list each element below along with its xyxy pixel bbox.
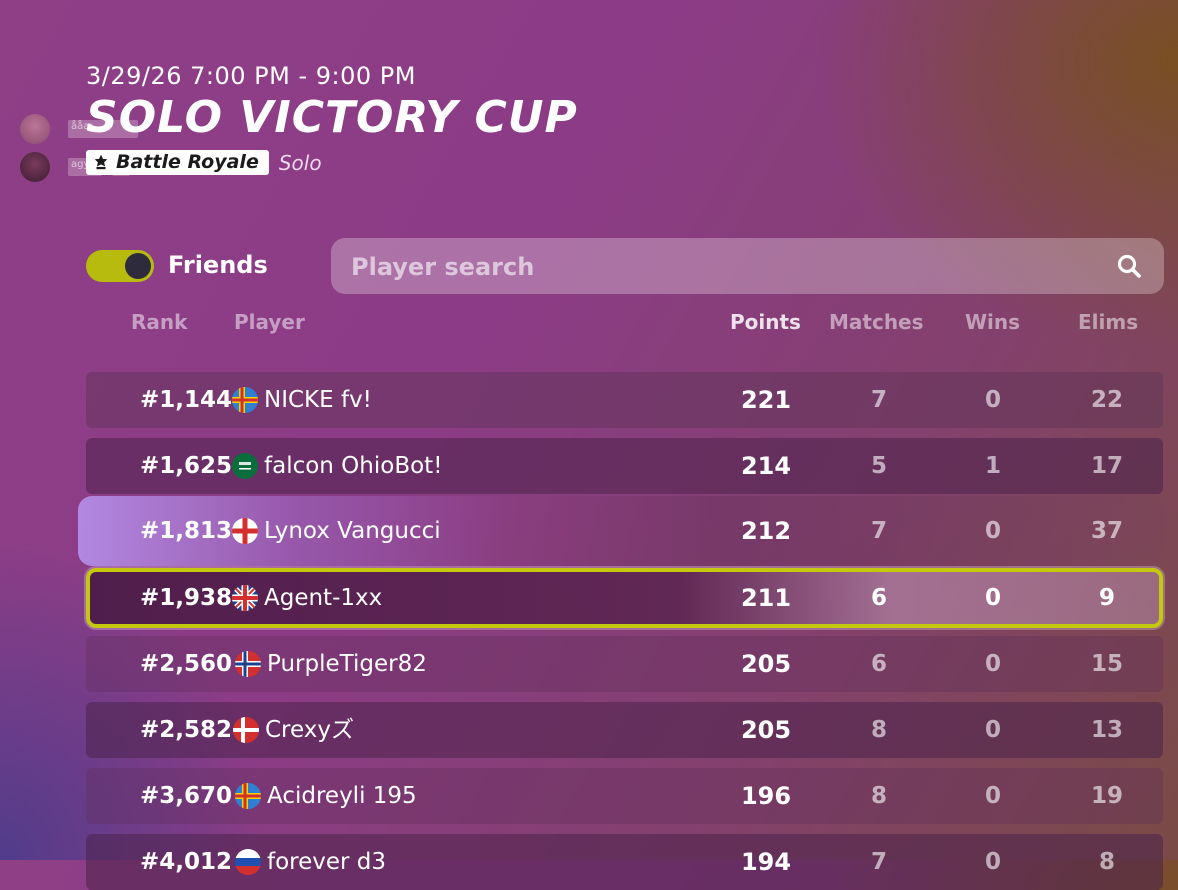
leaderboard-row[interactable]: #4,012 forever d3 194 7 0 8: [86, 834, 1163, 890]
row-matches: 7: [870, 387, 887, 413]
search-icon[interactable]: [1116, 253, 1142, 279]
leaderboard-row[interactable]: #3,670 Acidreyli 195 196 8 0 19: [86, 768, 1163, 824]
column-header-player[interactable]: Player: [234, 310, 305, 334]
row-matches: 6: [870, 651, 887, 677]
row-rank: #1,938: [140, 585, 233, 611]
player-search-input[interactable]: [349, 238, 1093, 296]
row-wins: 0: [984, 783, 1001, 809]
friend-avatar[interactable]: [20, 152, 50, 182]
flag-aland-icon: [235, 783, 261, 809]
leaderboard-row[interactable]: #2,582 Crexyズ 205 8 0 13: [86, 702, 1163, 758]
mode-row: Battle Royale Solo: [86, 150, 578, 175]
event-header: 3/29/26 7:00 PM - 9:00 PM SOLO VICTORY C…: [86, 62, 578, 175]
row-rank: #1,625: [140, 453, 233, 479]
row-wins: 0: [984, 717, 1001, 743]
flag-united-kingdom-icon: [232, 585, 258, 611]
row-rank: #1,144: [140, 387, 233, 413]
leaderboard-row[interactable]: #1,625 falcon OhioBot! 214 5 1 17: [86, 438, 1163, 494]
leaderboard-row[interactable]: #1,144 NICKE fv! 221 7 0 22: [86, 372, 1163, 428]
row-matches: 8: [870, 717, 887, 743]
row-rank: #2,560: [140, 651, 233, 677]
row-elims: 19: [1090, 783, 1123, 809]
column-header-elims[interactable]: Elims: [1078, 310, 1138, 334]
row-wins: 0: [984, 849, 1001, 875]
row-wins: 0: [984, 518, 1001, 544]
row-rank: #4,012: [140, 849, 233, 875]
row-points: 214: [740, 452, 792, 480]
row-points: 194: [740, 848, 792, 876]
player-search-box: [331, 238, 1164, 296]
row-elims: 13: [1090, 717, 1123, 743]
column-header-matches[interactable]: Matches: [829, 310, 924, 334]
row-matches: 6: [870, 585, 887, 611]
crown-icon: [94, 154, 108, 170]
row-player-name: PurpleTiger82: [267, 651, 427, 677]
row-points: 212: [740, 517, 792, 545]
toggle-knob: [125, 253, 151, 279]
friends-toggle[interactable]: [86, 250, 154, 282]
row-points: 221: [740, 386, 792, 414]
row-points: 205: [740, 716, 792, 744]
row-matches: 7: [870, 849, 887, 875]
row-wins: 0: [984, 651, 1001, 677]
row-player-name: falcon OhioBot!: [264, 453, 443, 479]
flag-norway-icon: [235, 651, 261, 677]
row-rank: #1,813: [140, 518, 233, 544]
event-title: SOLO VICTORY CUP: [86, 92, 578, 143]
column-header-points[interactable]: Points: [730, 310, 801, 334]
row-player-name: Crexyズ: [265, 717, 354, 743]
row-elims: 8: [1098, 849, 1115, 875]
mode-badge: Battle Royale: [86, 150, 269, 175]
row-points: 196: [740, 782, 792, 810]
row-matches: 7: [870, 518, 887, 544]
row-matches: 5: [870, 453, 887, 479]
row-elims: 9: [1098, 585, 1115, 611]
leaderboard-row-hovered[interactable]: #1,813 Lynox Vangucci 212 7 0 37: [78, 496, 1163, 566]
mode-subtitle: Solo: [278, 150, 322, 175]
friends-toggle-label: Friends: [168, 251, 268, 279]
row-player-name: Agent-1xx: [264, 585, 383, 611]
flag-russia-icon: [235, 849, 261, 875]
row-wins: 1: [984, 453, 1001, 479]
flag-england-icon: [232, 518, 258, 544]
leaderboard-row-current-player[interactable]: #1,938 Agent-1xx 211 6 0 9: [86, 568, 1163, 628]
column-header-wins[interactable]: Wins: [965, 310, 1020, 334]
mode-badge-label: Battle Royale: [116, 151, 259, 173]
row-rank: #3,670: [140, 783, 233, 809]
row-points: 211: [740, 584, 792, 612]
row-matches: 8: [870, 783, 887, 809]
row-player-name: Acidreyli 195: [267, 783, 417, 809]
flag-denmark-icon: [233, 717, 259, 743]
column-header-rank[interactable]: Rank: [131, 310, 187, 334]
row-elims: 17: [1090, 453, 1123, 479]
row-player-name: NICKE fv!: [264, 387, 372, 413]
leaderboard-row[interactable]: #2,560 PurpleTiger82 205 6 0 15: [86, 636, 1163, 692]
row-wins: 0: [984, 585, 1001, 611]
row-points: 205: [740, 650, 792, 678]
row-elims: 15: [1090, 651, 1123, 677]
row-wins: 0: [984, 387, 1001, 413]
row-rank: #2,582: [140, 717, 233, 743]
friend-avatar[interactable]: [20, 114, 50, 144]
event-time: 3/29/26 7:00 PM - 9:00 PM: [86, 62, 416, 90]
row-player-name: Lynox Vangucci: [264, 518, 441, 544]
row-elims: 37: [1090, 518, 1123, 544]
row-player-name: forever d3: [267, 849, 387, 875]
row-elims: 22: [1090, 387, 1123, 413]
flag-saudi-arabia-icon: [232, 453, 258, 479]
flag-aland-icon: [232, 387, 258, 413]
